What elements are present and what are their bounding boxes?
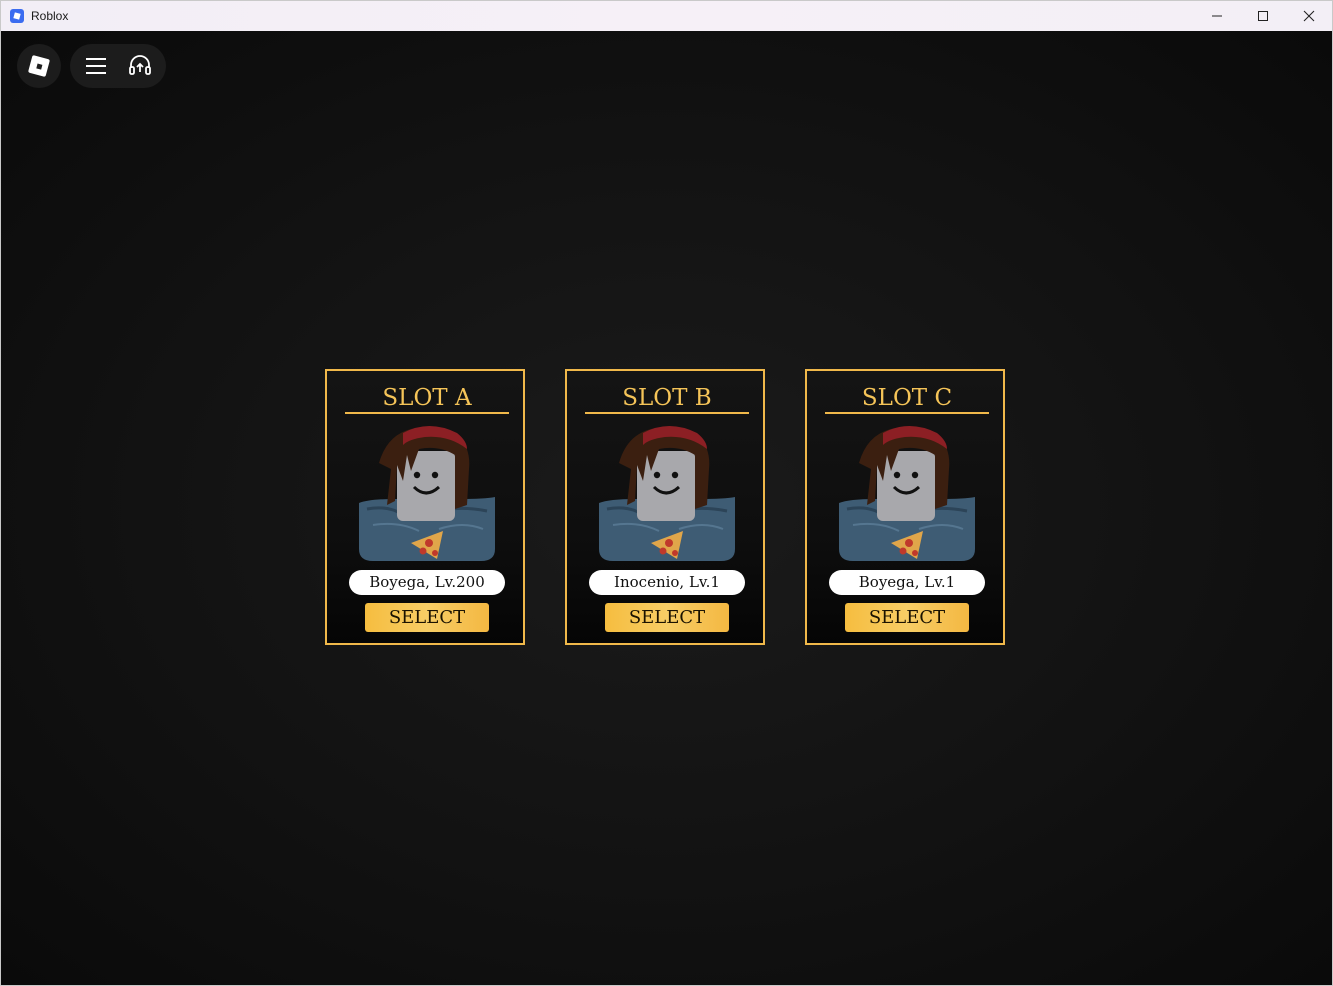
roblox-logo-icon: [27, 54, 51, 78]
slot-card-b: SLOT B Inocenio, Lv.1 SELECT: [565, 369, 765, 645]
topbar-controls: [70, 44, 166, 88]
close-icon: [1303, 10, 1315, 22]
roblox-app-icon: [10, 9, 24, 23]
character-avatar-icon: [359, 426, 495, 561]
roblox-window: Roblox SLOT A Boyega, Lv.200 SELECT SLOT…: [0, 0, 1333, 986]
minimize-icon: [1212, 15, 1222, 17]
slot-title: SLOT A: [382, 385, 472, 411]
character-name-label: Boyega, Lv.200: [349, 570, 505, 595]
maximize-button[interactable]: [1240, 1, 1286, 31]
window-title: Roblox: [31, 9, 69, 23]
window-controls: [1194, 1, 1332, 31]
game-viewport: SLOT A Boyega, Lv.200 SELECT SLOT B Inoc…: [1, 31, 1332, 985]
headset-support-icon: [129, 55, 151, 75]
slot-title: SLOT B: [622, 385, 712, 411]
close-button[interactable]: [1286, 1, 1332, 31]
select-slot-c-button[interactable]: SELECT: [845, 603, 969, 632]
character-name-label: Boyega, Lv.1: [829, 570, 985, 595]
select-slot-a-button[interactable]: SELECT: [365, 603, 489, 632]
title-underline: [825, 412, 989, 414]
support-button[interactable]: [118, 44, 162, 88]
character-avatar-icon: [599, 426, 735, 561]
hamburger-menu-icon: [86, 58, 106, 74]
roblox-menu-button[interactable]: [17, 44, 61, 88]
select-slot-b-button[interactable]: SELECT: [605, 603, 729, 632]
title-bar[interactable]: Roblox: [1, 1, 1332, 31]
title-underline: [585, 412, 749, 414]
title-underline: [345, 412, 509, 414]
hamburger-menu-button[interactable]: [74, 44, 118, 88]
slot-card-a: SLOT A Boyega, Lv.200 SELECT: [325, 369, 525, 645]
slot-card-c: SLOT C Boyega, Lv.1 SELECT: [805, 369, 1005, 645]
slot-title: SLOT C: [861, 385, 953, 411]
minimize-button[interactable]: [1194, 1, 1240, 31]
maximize-icon: [1258, 11, 1268, 21]
character-name-label: Inocenio, Lv.1: [589, 570, 745, 595]
character-avatar-icon: [839, 426, 975, 561]
